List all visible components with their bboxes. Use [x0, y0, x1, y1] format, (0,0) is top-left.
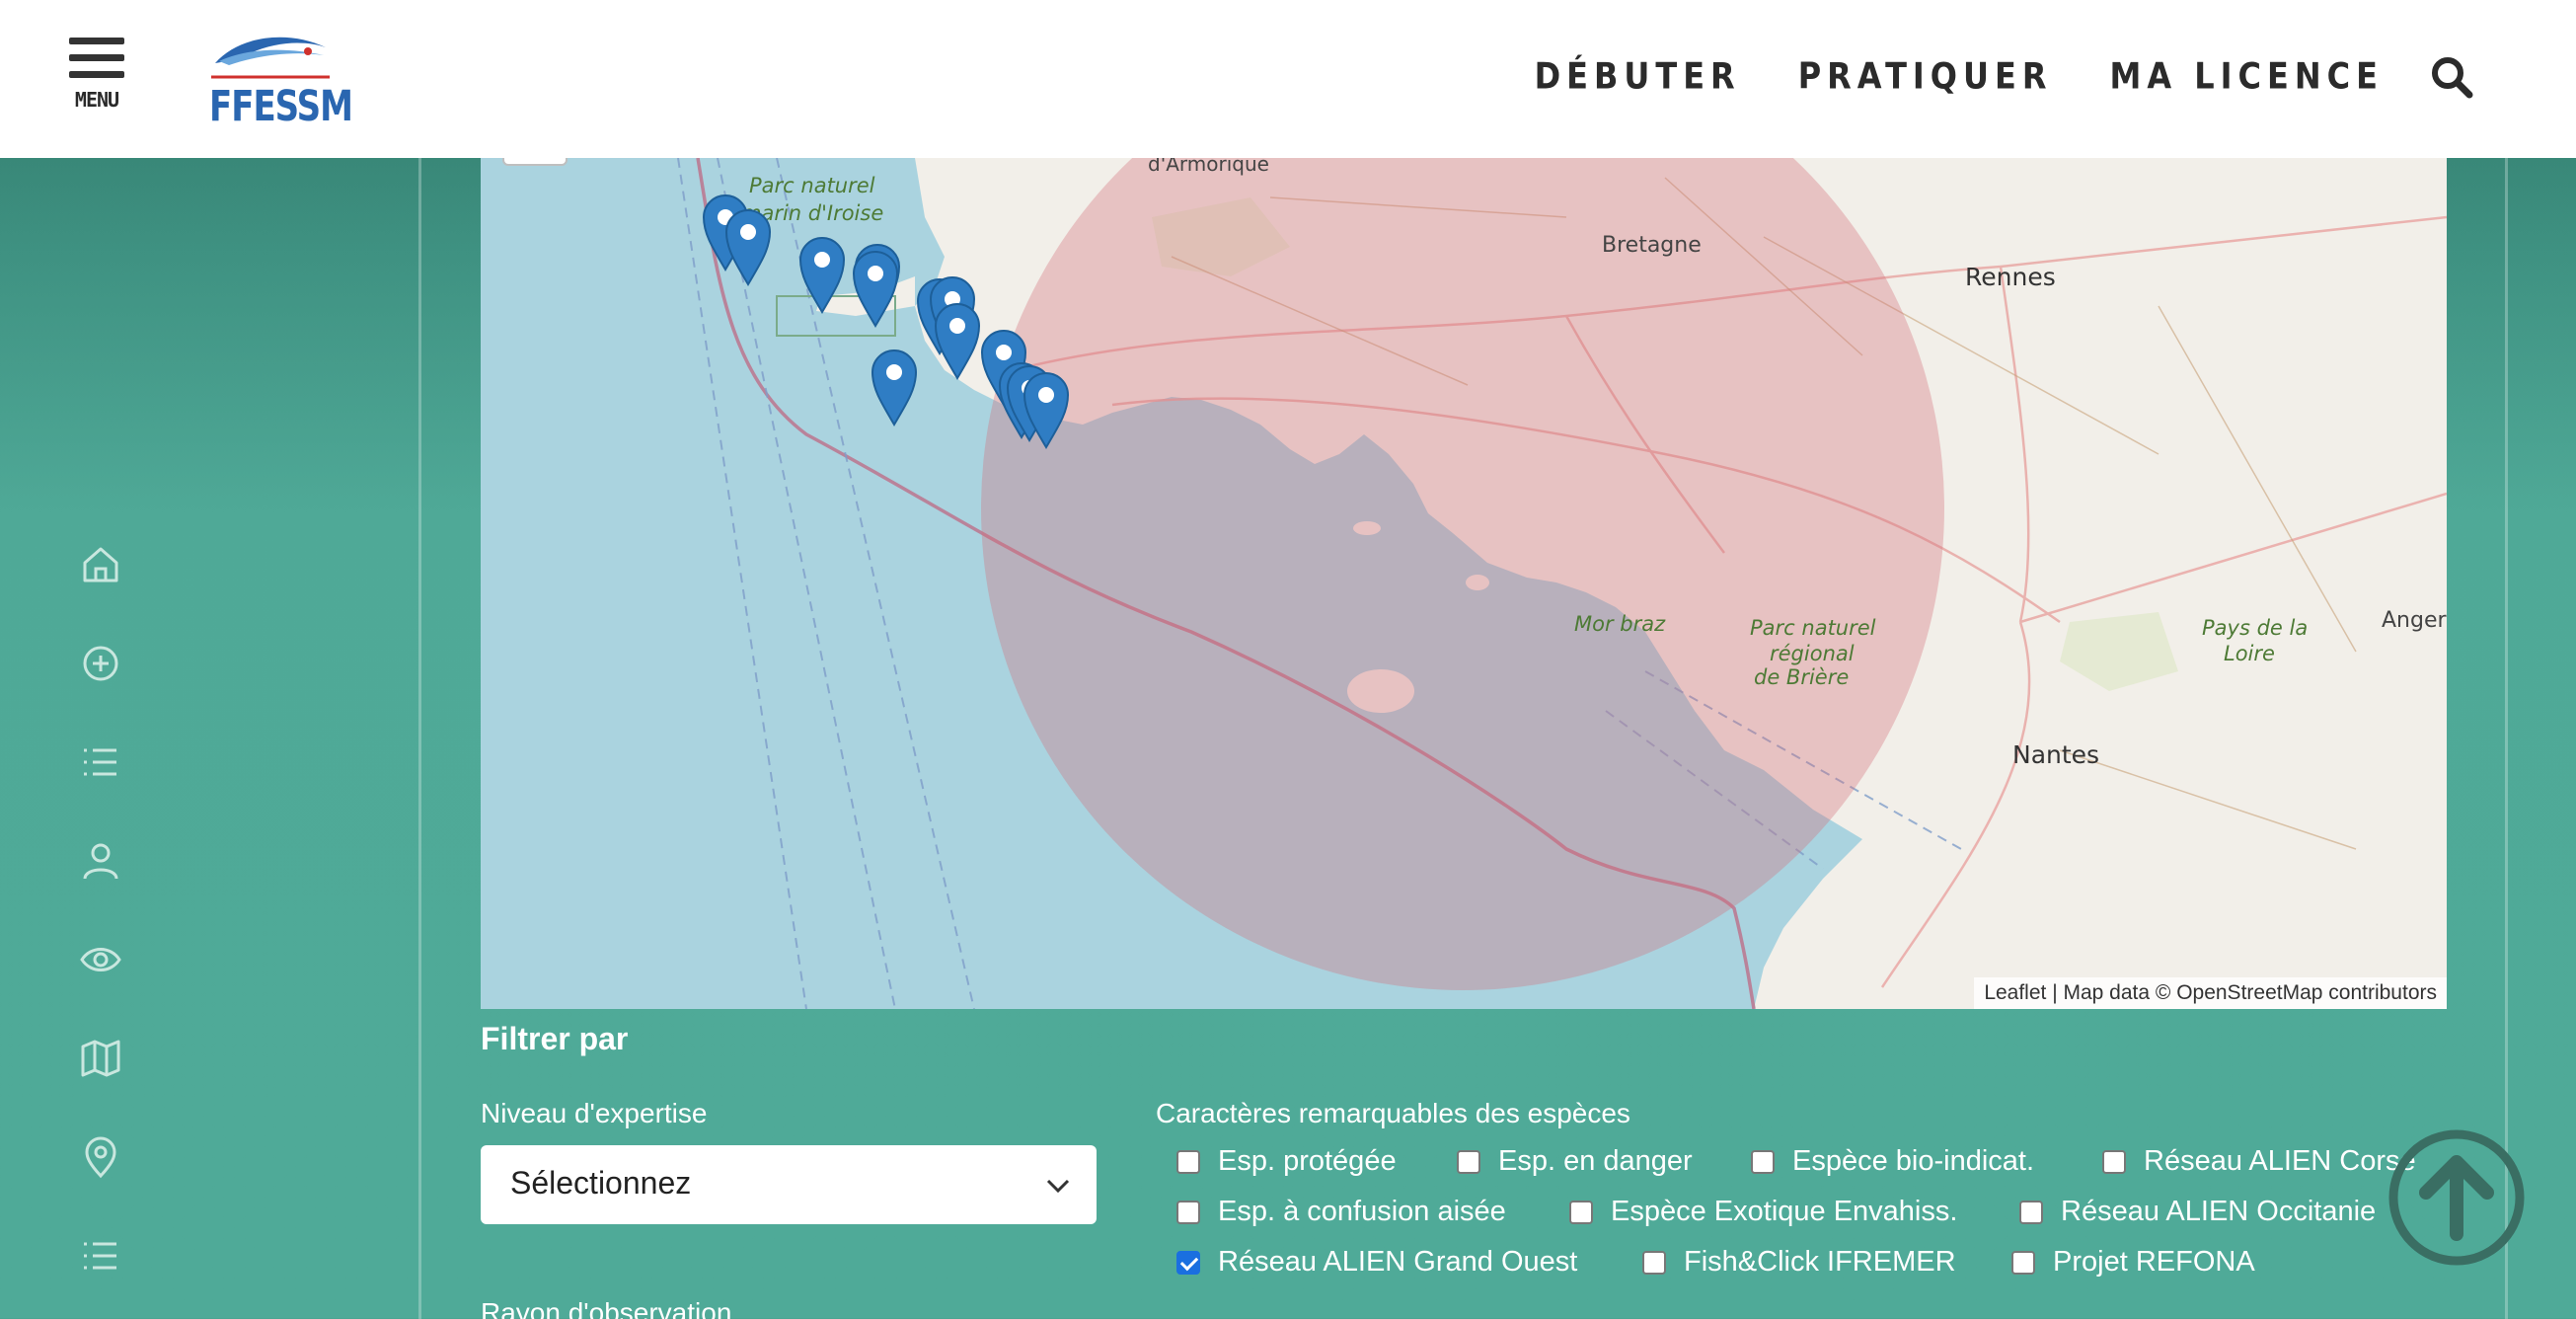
- checkbox[interactable]: [1176, 1200, 1200, 1224]
- checkbox-label: Esp. en danger: [1498, 1145, 1693, 1177]
- checkbox-label: Esp. à confusion aisée: [1218, 1196, 1506, 1227]
- checkbox-reseau-alien-grand-ouest[interactable]: Réseau ALIEN Grand Ouest: [1176, 1246, 1577, 1279]
- radius-label: Rayon d'observation: [481, 1297, 732, 1319]
- checkbox-esp-protegee[interactable]: Esp. protégée: [1176, 1145, 1397, 1178]
- map-label-pays-loire: Pays de la: [2202, 616, 2309, 640]
- map-marker-icon[interactable]: [1022, 370, 1071, 449]
- main-nav: DÉBUTER PRATIQUER MA LICENCE: [1535, 54, 2384, 98]
- menu-label: MENU: [74, 88, 119, 112]
- checkbox[interactable]: [1457, 1149, 1480, 1174]
- scroll-to-top-icon[interactable]: [2387, 1127, 2527, 1268]
- species-label: Caractères remarquables des espèces: [1156, 1098, 1630, 1128]
- map-marker-icon[interactable]: [870, 348, 919, 427]
- nav-debuter[interactable]: DÉBUTER: [1535, 54, 1741, 98]
- checkbox-label: Projet REFONA: [2053, 1246, 2255, 1278]
- hamburger-icon: [69, 38, 124, 44]
- hamburger-icon-bar: [69, 71, 124, 78]
- checkbox[interactable]: [1642, 1250, 1666, 1275]
- map-icon[interactable]: [79, 1037, 122, 1080]
- map-label-angers: Angers: [2382, 608, 2447, 633]
- checkbox-label: Fish&Click IFREMER: [1684, 1246, 1956, 1278]
- logo-text: FFESSM: [209, 82, 353, 131]
- hamburger-icon-bar: [69, 54, 124, 61]
- checkbox[interactable]: [2019, 1200, 2043, 1224]
- map-tiles: [677, 158, 2447, 1009]
- user-icon[interactable]: [79, 839, 122, 883]
- nav-pratiquer[interactable]: PRATIQUER: [1798, 54, 2053, 98]
- checkbox-label: Espèce Exotique Envahiss.: [1611, 1196, 1958, 1227]
- map-label-pays-loire-2: Loire: [2224, 642, 2275, 665]
- side-icon-rail: [0, 158, 420, 1319]
- expertise-select-value: Sélectionnez: [510, 1165, 692, 1201]
- site-header: MENU FFESSM DÉBUTER PRATIQUER MA LICENCE: [0, 0, 2576, 158]
- checkbox-label: Réseau ALIEN Corse: [2144, 1145, 2416, 1177]
- checkbox[interactable]: [1569, 1200, 1593, 1224]
- nav-ma-licence[interactable]: MA LICENCE: [2109, 54, 2384, 98]
- checkbox-fish-click-ifremer[interactable]: Fish&Click IFREMER: [1642, 1246, 1956, 1279]
- checkbox-espece-exotique-envahiss[interactable]: Espèce Exotique Envahiss.: [1569, 1196, 1957, 1228]
- checkbox[interactable]: [1176, 1250, 1200, 1275]
- chevron-down-icon: [1046, 1179, 1070, 1194]
- search-icon[interactable]: [2430, 55, 2473, 99]
- menu-button[interactable]: MENU: [69, 38, 128, 120]
- observation-map[interactable]: Parc naturel marin d'Iroise d'Armorique …: [481, 158, 2447, 1009]
- checkbox[interactable]: [1751, 1149, 1775, 1174]
- wave-logo-icon: [211, 37, 330, 79]
- rail-divider: [418, 158, 421, 1319]
- list-icon[interactable]: [79, 740, 122, 784]
- checkbox-label: Réseau ALIEN Grand Ouest: [1218, 1246, 1578, 1278]
- map-marker-icon[interactable]: [723, 207, 773, 286]
- map-label-mor-braz: Mor braz: [1574, 612, 1666, 636]
- zoom-control[interactable]: [502, 158, 568, 166]
- expertise-select[interactable]: Sélectionnez: [481, 1145, 1097, 1224]
- map-label-nantes: Nantes: [2012, 740, 2100, 769]
- map-marker-icon[interactable]: [797, 235, 847, 314]
- map-label-bretagne: Bretagne: [1602, 233, 1702, 258]
- map-label-parc-briere: Parc naturel: [1750, 616, 1876, 640]
- list-icon[interactable]: [79, 1234, 122, 1278]
- eye-icon[interactable]: [79, 938, 122, 981]
- map-attribution[interactable]: Leaflet | Map data © OpenStreetMap contr…: [1974, 977, 2447, 1009]
- map-pin-icon[interactable]: [79, 1135, 122, 1179]
- filter-title: Filtrer par: [481, 1021, 629, 1056]
- map-marker-icon[interactable]: [851, 249, 900, 328]
- checkbox-label: Espèce bio-indicat.: [1792, 1145, 2035, 1177]
- checkbox[interactable]: [1176, 1149, 1200, 1174]
- checkbox-reseau-alien-occitanie[interactable]: Réseau ALIEN Occitanie: [2019, 1196, 2376, 1228]
- checkbox-reseau-alien-corse[interactable]: Réseau ALIEN Corse: [2102, 1145, 2416, 1178]
- map-label-parc-briere-2: régional: [1770, 642, 1855, 665]
- map-label-rennes: Rennes: [1965, 263, 2056, 291]
- ffessm-logo[interactable]: FFESSM: [209, 26, 353, 134]
- checkbox-espece-bio-indicat[interactable]: Espèce bio-indicat.: [1751, 1145, 2034, 1178]
- map-label-parc-iroise: Parc naturel: [749, 174, 875, 197]
- checkbox-esp-confusion-aisee[interactable]: Esp. à confusion aisée: [1176, 1196, 1506, 1228]
- checkbox-projet-refona[interactable]: Projet REFONA: [2011, 1246, 2255, 1279]
- map-label-armorique: d'Armorique: [1148, 158, 1269, 176]
- checkbox[interactable]: [2102, 1149, 2126, 1174]
- map-marker-icon[interactable]: [933, 301, 982, 380]
- home-icon[interactable]: [79, 543, 122, 586]
- plus-circle-icon[interactable]: [79, 642, 122, 685]
- checkbox-label: Esp. protégée: [1218, 1145, 1397, 1177]
- checkbox-label: Réseau ALIEN Occitanie: [2061, 1196, 2377, 1227]
- checkbox-esp-en-danger[interactable]: Esp. en danger: [1457, 1145, 1693, 1178]
- expertise-label: Niveau d'expertise: [481, 1098, 708, 1128]
- map-label-parc-briere-3: de Brière: [1754, 665, 1850, 689]
- checkbox[interactable]: [2011, 1250, 2035, 1275]
